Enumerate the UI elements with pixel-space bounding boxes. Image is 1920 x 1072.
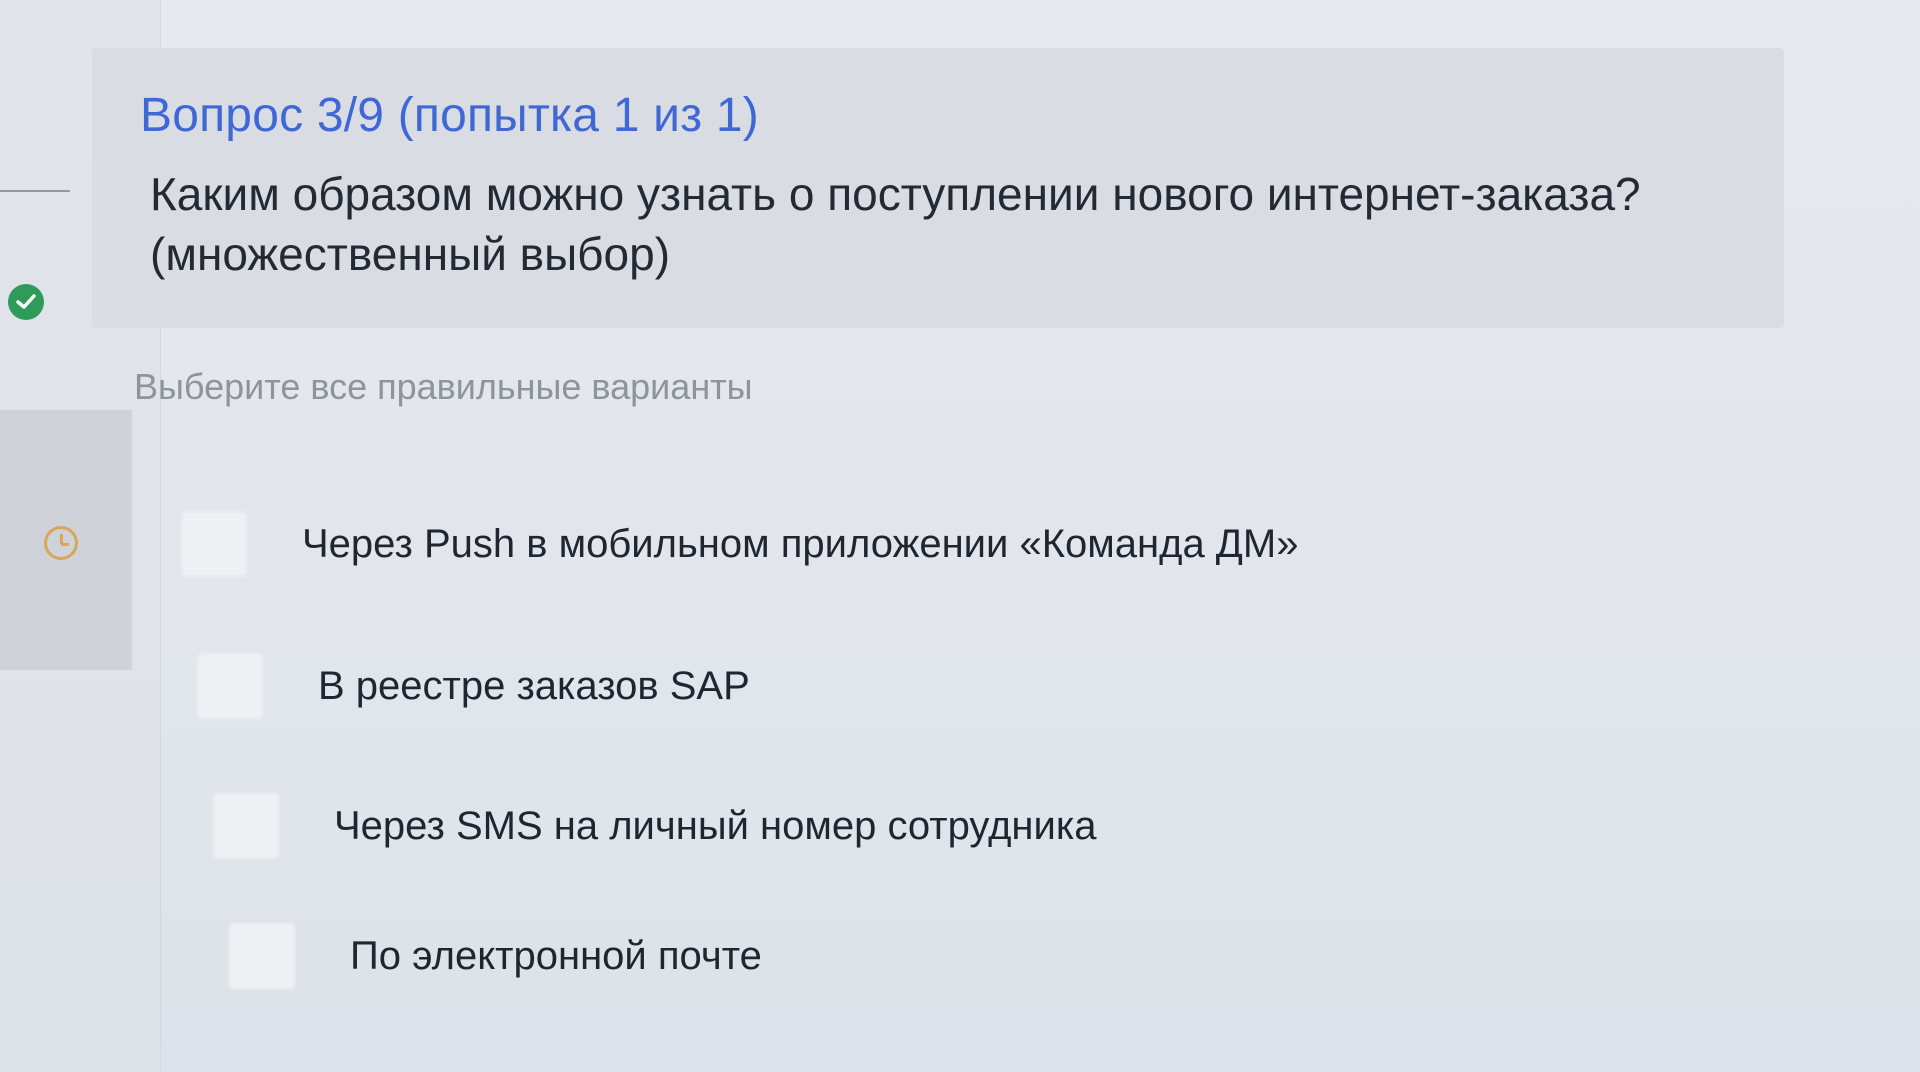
option-label[interactable]: В реестре заказов SAP	[318, 664, 750, 709]
answer-option[interactable]: Через SMS на личный номер сотрудника	[212, 792, 1096, 860]
question-number-label: Вопрос 3/9 (попытка 1 из 1)	[140, 89, 759, 142]
answer-option[interactable]: Через Push в мобильном приложении «Коман…	[180, 510, 1298, 578]
question-text: Каким образом можно узнать о поступлении…	[150, 168, 1641, 280]
checkmark-glyph	[16, 294, 36, 309]
option-checkbox[interactable]	[196, 652, 264, 720]
option-label[interactable]: Через Push в мобильном приложении «Коман…	[302, 522, 1298, 567]
answer-option[interactable]: По электронной почте	[228, 922, 762, 990]
check-icon[interactable]	[8, 284, 44, 320]
answer-option[interactable]: В реестре заказов SAP	[196, 652, 750, 720]
option-checkbox[interactable]	[180, 510, 248, 578]
option-checkbox[interactable]	[228, 922, 296, 990]
option-label[interactable]: Через SMS на личный номер сотрудника	[334, 804, 1096, 849]
instruction-text: Выберите все правильные варианты	[134, 366, 753, 407]
clock-icon	[44, 526, 78, 560]
sidebar-divider	[0, 190, 70, 192]
option-label[interactable]: По электронной почте	[350, 934, 762, 979]
option-checkbox[interactable]	[212, 792, 280, 860]
